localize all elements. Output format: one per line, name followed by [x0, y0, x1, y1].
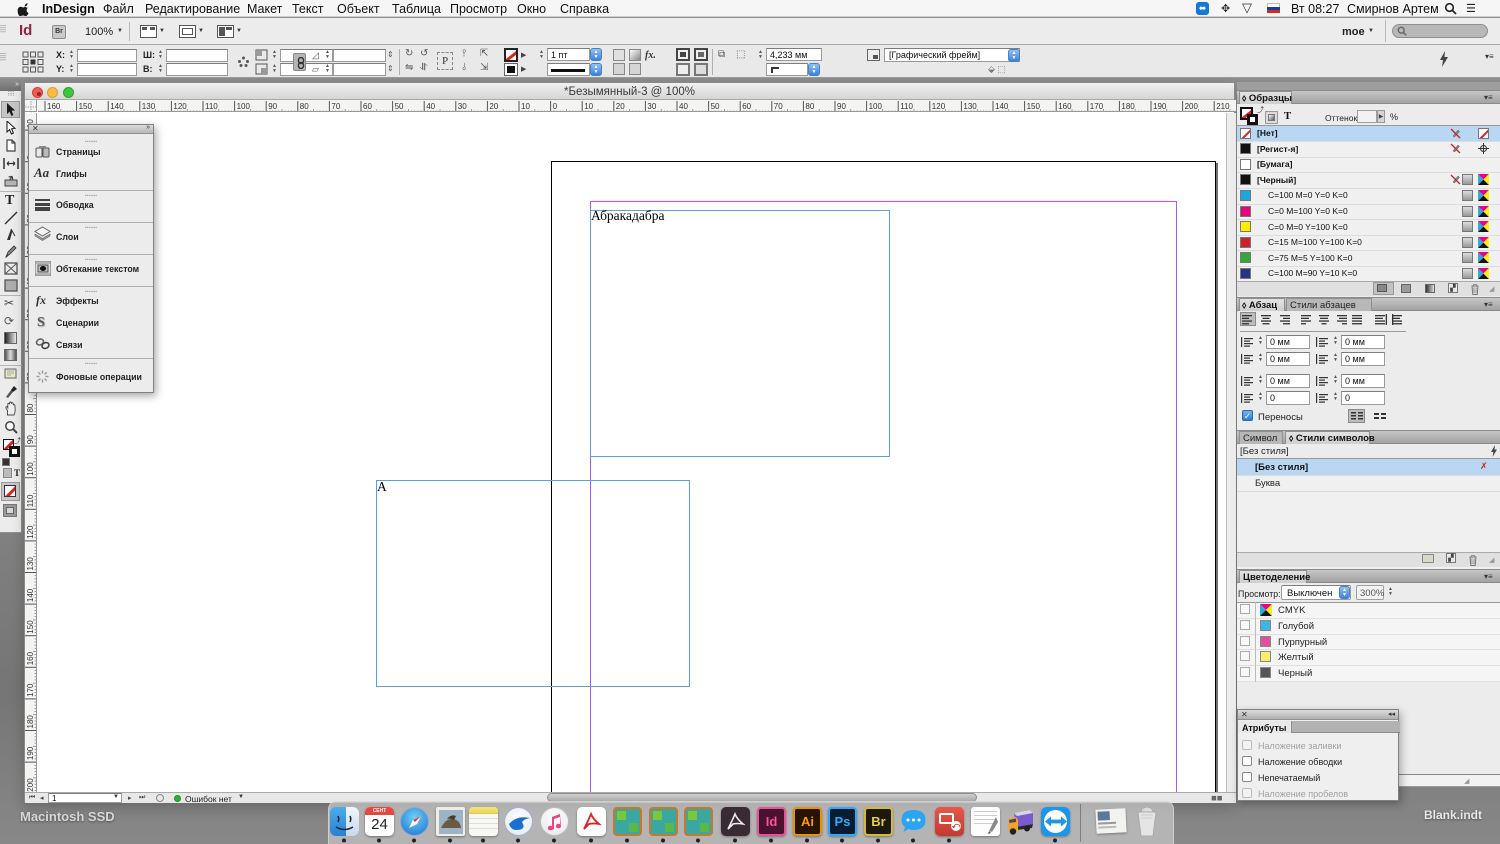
svg-text:150: 150: [26, 620, 35, 634]
svg-text:70: 70: [331, 102, 340, 111]
svg-text:200: 200: [1185, 102, 1199, 111]
svg-text:110: 110: [205, 102, 218, 111]
svg-text:150: 150: [1027, 102, 1041, 111]
svg-text:210: 210: [1216, 102, 1230, 111]
svg-text:140: 140: [26, 588, 35, 602]
svg-text:30: 30: [647, 102, 656, 111]
svg-text:40: 40: [679, 102, 688, 111]
svg-text:160: 160: [47, 102, 61, 111]
svg-text:110: 110: [26, 494, 35, 507]
svg-text:150: 150: [79, 102, 93, 111]
svg-text:60: 60: [363, 102, 372, 111]
svg-text:20: 20: [489, 102, 498, 111]
svg-text:120: 120: [26, 525, 35, 539]
svg-text:180: 180: [1121, 102, 1135, 111]
svg-text:50: 50: [395, 102, 404, 111]
svg-text:20: 20: [616, 102, 625, 111]
svg-text:140: 140: [110, 102, 124, 111]
svg-text:190: 190: [26, 746, 35, 760]
svg-text:160: 160: [26, 651, 35, 665]
svg-text:70: 70: [774, 102, 783, 111]
svg-text:110: 110: [900, 102, 913, 111]
svg-text:80: 80: [300, 102, 309, 111]
svg-text:120: 120: [932, 102, 946, 111]
svg-text:160: 160: [1058, 102, 1072, 111]
svg-text:130: 130: [26, 557, 35, 571]
svg-text:120: 120: [173, 102, 187, 111]
svg-text:50: 50: [711, 102, 720, 111]
svg-text:130: 130: [142, 102, 156, 111]
svg-text:100: 100: [26, 462, 35, 476]
svg-text:200: 200: [26, 778, 35, 792]
svg-text:60: 60: [742, 102, 751, 111]
svg-text:40: 40: [426, 102, 435, 111]
svg-text:30: 30: [458, 102, 467, 111]
svg-text:100: 100: [237, 102, 251, 111]
svg-text:80: 80: [805, 102, 814, 111]
svg-text:80: 80: [26, 403, 35, 412]
svg-text:190: 190: [1153, 102, 1167, 111]
svg-text:130: 130: [963, 102, 977, 111]
svg-text:100: 100: [869, 102, 883, 111]
svg-text:170: 170: [1090, 102, 1104, 111]
svg-text:0: 0: [553, 102, 558, 111]
svg-text:170: 170: [26, 683, 35, 697]
svg-text:10: 10: [521, 102, 530, 111]
svg-text:10: 10: [584, 102, 593, 111]
svg-text:90: 90: [837, 102, 846, 111]
svg-text:180: 180: [26, 715, 35, 729]
svg-text:140: 140: [995, 102, 1009, 111]
svg-text:90: 90: [268, 102, 277, 111]
svg-text:90: 90: [26, 435, 35, 444]
